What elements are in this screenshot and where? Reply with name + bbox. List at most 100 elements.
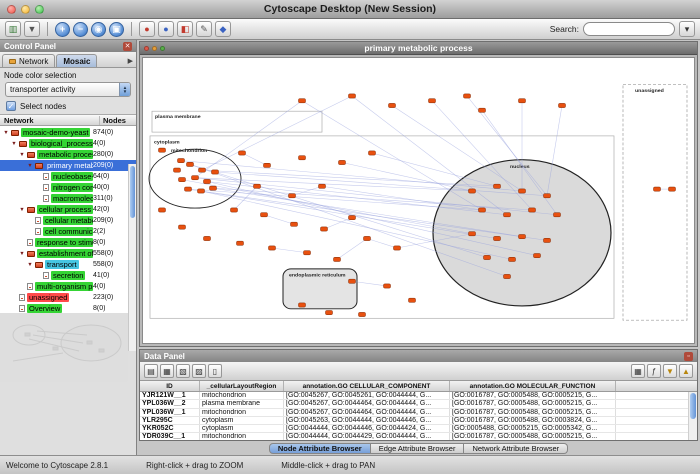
network-node[interactable] xyxy=(192,176,199,180)
tree-header-nodes[interactable]: Nodes xyxy=(100,116,136,125)
network-node[interactable] xyxy=(484,255,491,259)
expander-icon[interactable]: ▼ xyxy=(18,251,26,257)
network-node[interactable] xyxy=(254,184,261,188)
network-node[interactable] xyxy=(179,178,186,182)
network-node[interactable] xyxy=(231,208,238,212)
tree-item[interactable]: ▼mosaic-demo-yeast874(0) xyxy=(0,127,136,138)
network-node[interactable] xyxy=(321,227,328,231)
new-network-from-selection-icon[interactable]: ◧ xyxy=(177,21,193,37)
column-header[interactable]: annotation.GO MOLECULAR_FUNCTION xyxy=(450,381,616,391)
network-node[interactable] xyxy=(179,225,186,229)
network-node[interactable] xyxy=(291,222,298,226)
zoom-fit-icon[interactable]: ▣ xyxy=(109,22,124,37)
network-node[interactable] xyxy=(349,94,356,98)
column-header[interactable]: _cellularLayoutRegion xyxy=(200,381,284,391)
delete-attribute-icon[interactable]: ▧ xyxy=(176,364,190,378)
network-node[interactable] xyxy=(319,184,326,188)
minimize-window-icon[interactable] xyxy=(21,5,30,14)
tree-item[interactable]: ▼biological_process4(0) xyxy=(0,138,136,149)
network-node[interactable] xyxy=(304,251,311,255)
network-node[interactable] xyxy=(409,298,416,302)
table-row[interactable]: YJR121W__1mitochondrion[GO:0045267, GO:0… xyxy=(140,392,697,400)
frame-zoom-icon[interactable] xyxy=(160,46,165,51)
annotation-icon[interactable]: ✎ xyxy=(196,21,212,37)
network-node[interactable] xyxy=(269,246,276,250)
configure-search-icon[interactable]: ▾ xyxy=(679,21,695,37)
network-node[interactable] xyxy=(544,238,551,242)
column-header[interactable]: ID xyxy=(140,381,200,391)
expander-icon[interactable]: ▼ xyxy=(18,152,26,158)
network-node[interactable] xyxy=(261,213,268,217)
network-node[interactable] xyxy=(464,94,471,98)
network-node[interactable] xyxy=(237,241,244,245)
import-attributes-icon[interactable]: ▼ xyxy=(663,364,677,378)
network-node[interactable] xyxy=(334,257,341,261)
network-node[interactable] xyxy=(174,168,181,172)
network-node[interactable] xyxy=(239,151,246,155)
network-node[interactable] xyxy=(504,213,511,217)
tab-network[interactable]: Network xyxy=(2,54,55,67)
network-node[interactable] xyxy=(159,148,166,152)
table-scrollbar[interactable] xyxy=(688,392,697,440)
network-node[interactable] xyxy=(384,284,391,288)
show-all-icon[interactable]: ● xyxy=(158,21,174,37)
network-node[interactable] xyxy=(210,186,217,190)
network-node[interactable] xyxy=(519,99,526,103)
network-node[interactable] xyxy=(178,159,185,163)
table-row[interactable]: YPL036W__1mitochondrion[GO:0045267, GO:0… xyxy=(140,409,697,417)
expander-icon[interactable]: ▼ xyxy=(26,262,34,268)
network-node[interactable] xyxy=(509,257,516,261)
tree-header-network[interactable]: Network xyxy=(0,116,100,125)
network-node[interactable] xyxy=(469,232,476,236)
tree-item[interactable]: ▼cellular process42(0) xyxy=(0,204,136,215)
frame-close-icon[interactable] xyxy=(144,46,149,51)
network-node[interactable] xyxy=(429,99,436,103)
import-network-icon[interactable]: ▥ xyxy=(5,21,21,37)
export-attributes-icon[interactable]: ▲ xyxy=(679,364,693,378)
network-node[interactable] xyxy=(159,208,166,212)
node-color-attribute-select[interactable]: transporter activity ▲▼ xyxy=(5,82,131,97)
tree-item[interactable]: multi-organism pro4(0) xyxy=(0,281,136,292)
vizmapper-icon[interactable]: ◆ xyxy=(215,21,231,37)
network-node[interactable] xyxy=(494,184,501,188)
network-node[interactable] xyxy=(204,236,211,240)
network-node[interactable] xyxy=(299,99,306,103)
close-window-icon[interactable] xyxy=(7,5,16,14)
network-node[interactable] xyxy=(299,303,306,307)
network-node[interactable] xyxy=(198,189,205,193)
network-node[interactable] xyxy=(299,156,306,160)
network-node[interactable] xyxy=(504,274,511,278)
network-node[interactable] xyxy=(544,194,551,198)
network-node[interactable] xyxy=(479,208,486,212)
tree-item[interactable]: ▼metabolic proces280(0) xyxy=(0,149,136,160)
tree-item[interactable]: ▼primary metabo209(0) xyxy=(0,160,136,171)
trash-icon[interactable]: ▯ xyxy=(208,364,222,378)
tree-item[interactable]: secretion41(0) xyxy=(0,270,136,281)
network-node[interactable] xyxy=(264,163,271,167)
frame-minimize-icon[interactable] xyxy=(152,46,157,51)
table-row[interactable]: YPL036W__2plasma membrane[GO:0045267, GO… xyxy=(140,400,697,408)
column-header[interactable]: annotation.GO CELLULAR_COMPONENT xyxy=(284,381,450,391)
network-node[interactable] xyxy=(529,208,536,212)
expander-icon[interactable]: ▼ xyxy=(18,207,26,213)
table-row[interactable]: YKR052Ccytoplasm[GO:0044444, GO:0044446,… xyxy=(140,425,697,433)
network-node[interactable] xyxy=(494,236,501,240)
network-node[interactable] xyxy=(534,254,541,258)
tree-item[interactable]: nucleobase-co64(0) xyxy=(0,171,136,182)
zoom-out-icon[interactable]: − xyxy=(73,22,88,37)
network-node[interactable] xyxy=(519,235,526,239)
network-node[interactable] xyxy=(554,213,561,217)
tab-node-attribute-browser[interactable]: Node Attribute Browser xyxy=(269,443,371,454)
tab-edge-attribute-browser[interactable]: Edge Attribute Browser xyxy=(371,443,465,454)
network-view-titlebar[interactable]: primary metabolic process xyxy=(140,42,697,55)
tab-network-attribute-browser[interactable]: Network Attribute Browser xyxy=(464,443,568,454)
network-node[interactable] xyxy=(199,168,206,172)
network-node[interactable] xyxy=(359,312,366,316)
search-input[interactable] xyxy=(583,22,675,36)
hide-selected-icon[interactable]: ● xyxy=(139,21,155,37)
expander-icon[interactable]: ▼ xyxy=(2,130,10,136)
create-attribute-icon[interactable]: ▦ xyxy=(160,364,174,378)
network-node[interactable] xyxy=(394,246,401,250)
network-node[interactable] xyxy=(389,103,396,107)
tree-item[interactable]: nitrogen compo40(0) xyxy=(0,182,136,193)
